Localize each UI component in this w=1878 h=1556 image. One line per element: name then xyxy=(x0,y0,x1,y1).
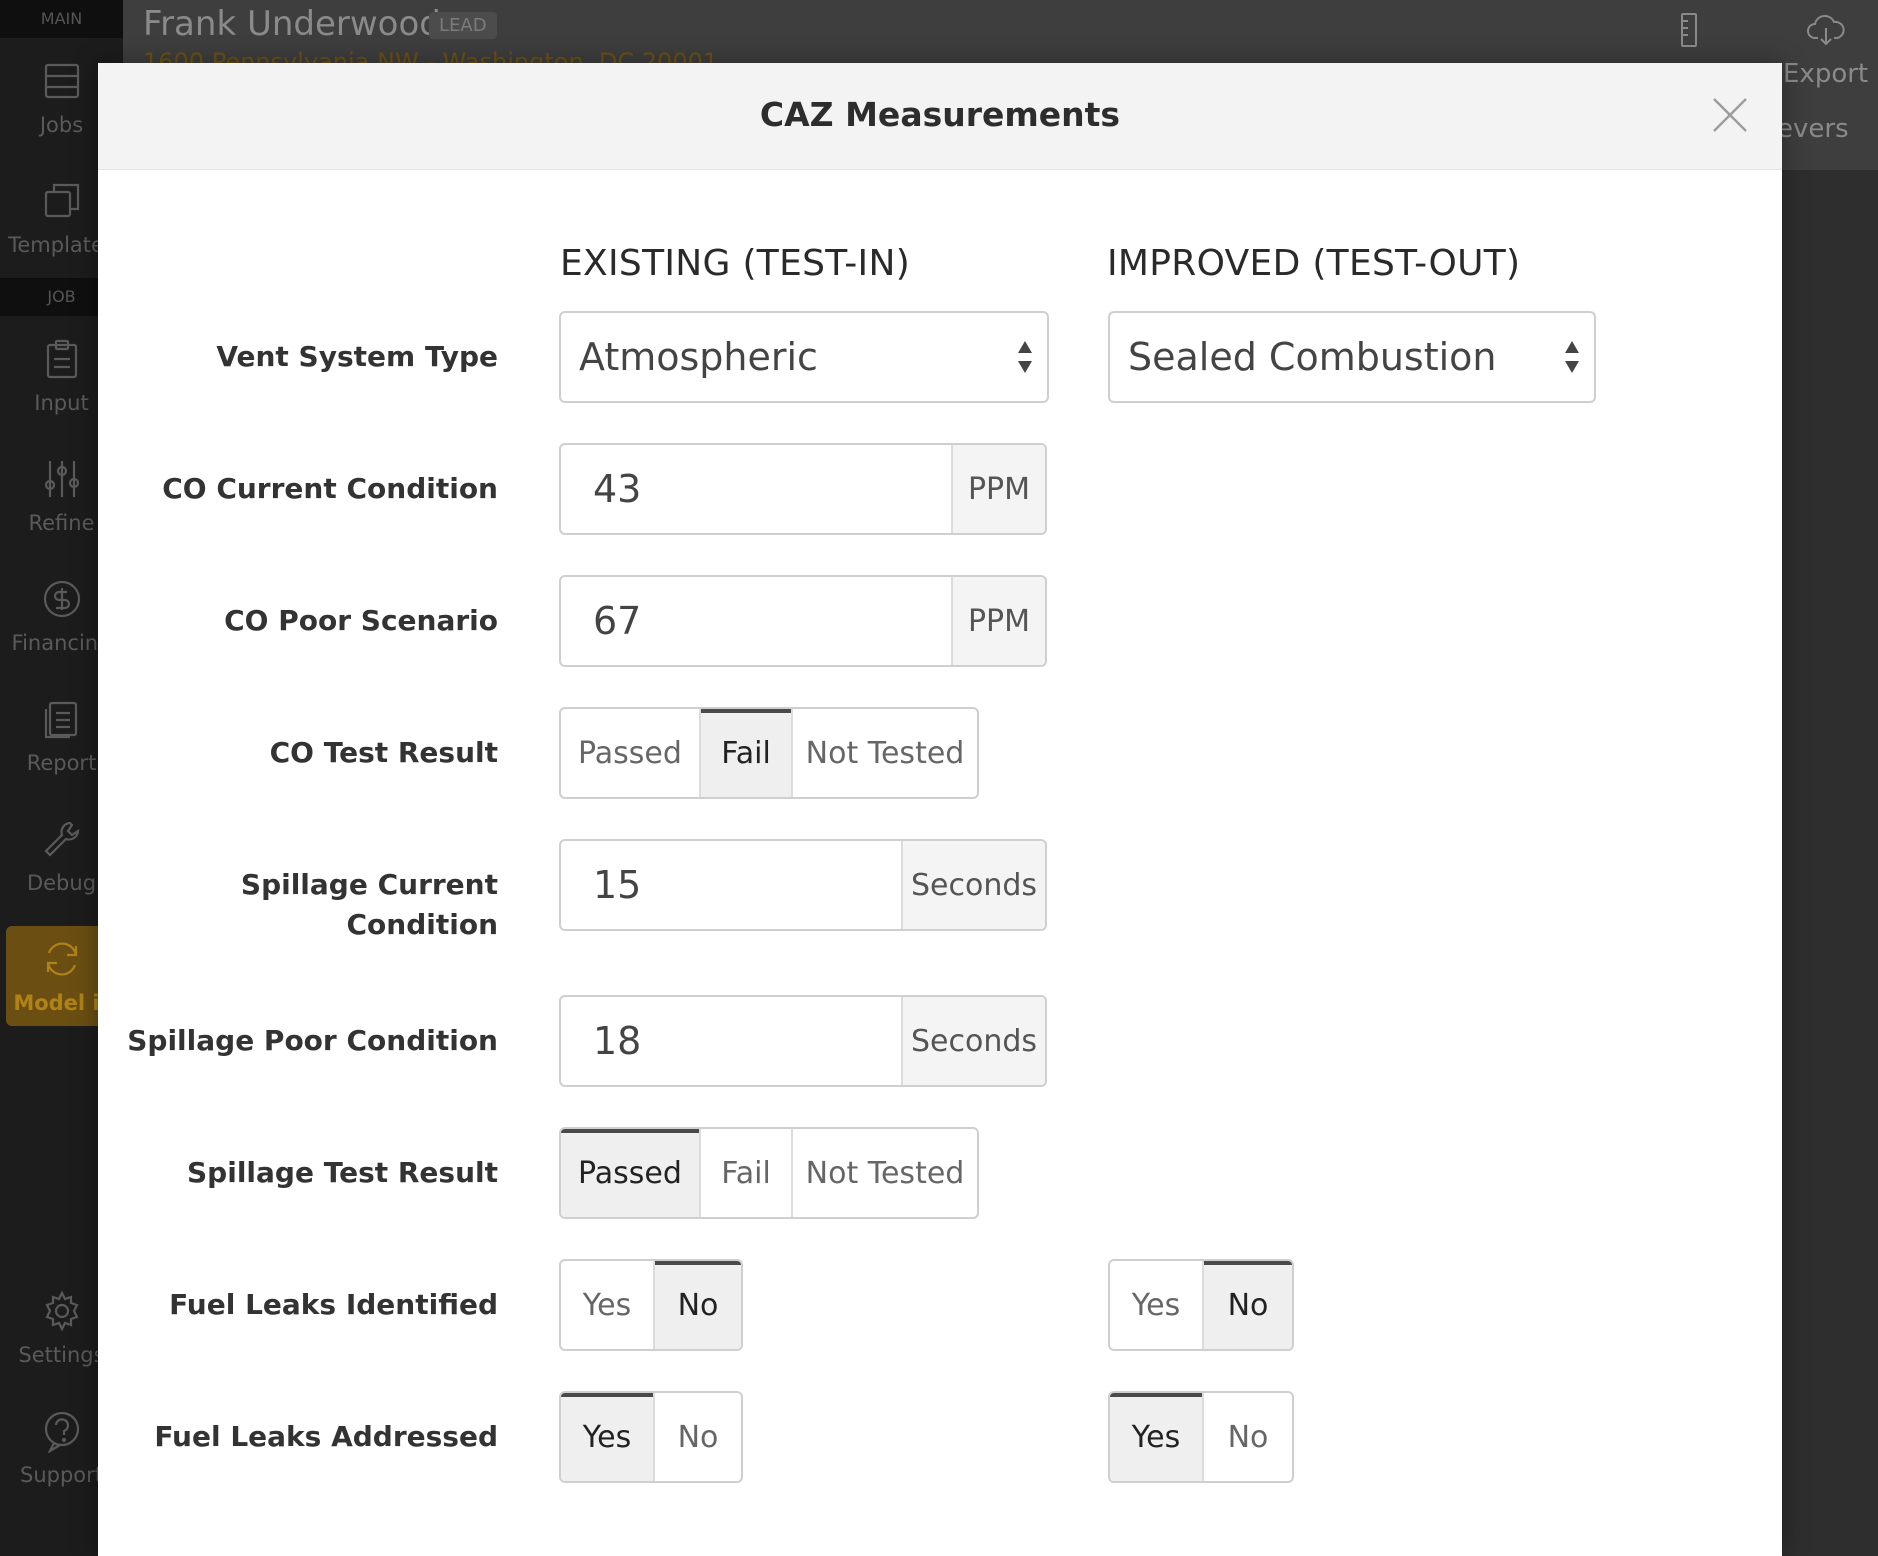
column-header-existing: EXISTING (TEST-IN) xyxy=(560,243,911,284)
spillage-current-condition-label: Spillage Current Condition xyxy=(98,865,498,945)
sidebar-section-main: MAIN xyxy=(0,0,123,38)
fuel-leaks-addressed-improved-toggle: Yes No xyxy=(1108,1391,1294,1483)
close-icon xyxy=(1713,98,1747,132)
sidebar-item-label: Support xyxy=(19,1463,103,1487)
dollar-icon xyxy=(43,580,80,618)
modal-header: CAZ Measurements xyxy=(98,63,1782,170)
spillage-test-not-tested-button[interactable]: Not Tested xyxy=(791,1129,977,1217)
ruler-button[interactable] xyxy=(1669,10,1709,57)
co-current-condition-label: CO Current Condition xyxy=(162,472,498,505)
fuel-leaks-identified-improved-yes[interactable]: Yes xyxy=(1110,1261,1202,1349)
vent-system-type-label: Vent System Type xyxy=(216,340,498,373)
input-value[interactable]: 43 xyxy=(561,445,951,533)
column-header-improved: IMPROVED (TEST-OUT) xyxy=(1107,243,1521,284)
sidebar-item-label: Settings xyxy=(18,1343,105,1367)
close-button[interactable] xyxy=(1706,91,1754,139)
co-test-result-toggle: Passed Fail Not Tested xyxy=(559,707,979,799)
fuel-leaks-addressed-improved-no[interactable]: No xyxy=(1202,1393,1292,1481)
input-value[interactable]: 18 xyxy=(561,997,901,1085)
fuel-leaks-addressed-label: Fuel Leaks Addressed xyxy=(154,1420,498,1453)
fuel-leaks-addressed-existing-toggle: Yes No xyxy=(559,1391,743,1483)
modal-title: CAZ Measurements xyxy=(759,95,1121,134)
label-line: Spillage Current xyxy=(240,868,498,901)
export-label: Export xyxy=(1783,59,1869,89)
spillage-test-result-toggle: Passed Fail Not Tested xyxy=(559,1127,979,1219)
templates-icon xyxy=(44,183,79,218)
refresh-icon xyxy=(46,942,77,976)
select-value: Atmospheric xyxy=(579,335,818,379)
report-icon xyxy=(44,701,77,739)
spillage-test-fail-button[interactable]: Fail xyxy=(699,1129,791,1217)
sidebar-item-label: Debug xyxy=(26,871,97,895)
question-icon xyxy=(44,1411,79,1453)
sidebar-item-label: Jobs xyxy=(39,113,84,137)
fuel-leaks-identified-label: Fuel Leaks Identified xyxy=(169,1288,498,1321)
sliders-icon xyxy=(44,461,79,497)
caz-measurements-modal: CAZ Measurements EXISTING (TEST-IN) IMPR… xyxy=(98,63,1782,1556)
spillage-poor-condition-input[interactable]: 18 Seconds xyxy=(559,995,1047,1087)
sidebar-item-label: Model it xyxy=(13,991,110,1015)
export-button[interactable]: Export xyxy=(1783,10,1868,89)
sidebar-item-label: Financing xyxy=(11,631,112,655)
select-value: Sealed Combustion xyxy=(1128,335,1497,379)
fuel-leaks-addressed-existing-yes[interactable]: Yes xyxy=(561,1393,653,1481)
fuel-leaks-identified-existing-toggle: Yes No xyxy=(559,1259,743,1351)
sidebar-item-label: Refine xyxy=(28,511,95,535)
select-arrows-icon xyxy=(1565,341,1579,373)
co-test-passed-button[interactable]: Passed xyxy=(561,709,699,797)
fuel-leaks-addressed-improved-yes[interactable]: Yes xyxy=(1110,1393,1202,1481)
co-test-not-tested-button[interactable]: Not Tested xyxy=(791,709,977,797)
ruler-icon xyxy=(1681,13,1697,47)
fuel-leaks-identified-existing-yes[interactable]: Yes xyxy=(561,1261,653,1349)
unit-addon: PPM xyxy=(951,445,1045,533)
gear-icon xyxy=(44,1290,79,1332)
vent-system-type-improved-select[interactable]: Sealed Combustion xyxy=(1108,311,1596,403)
jobs-icon xyxy=(44,63,79,99)
sidebar-item-label: Input xyxy=(34,391,89,415)
input-value[interactable]: 15 xyxy=(561,841,901,929)
spillage-test-result-label: Spillage Test Result xyxy=(187,1156,498,1189)
clipboard-icon xyxy=(46,339,77,379)
spillage-test-passed-button[interactable]: Passed xyxy=(561,1129,699,1217)
unit-addon: Seconds xyxy=(901,841,1045,929)
input-value[interactable]: 67 xyxy=(561,577,951,665)
unit-addon: PPM xyxy=(951,577,1045,665)
label-line: Condition xyxy=(346,908,498,941)
fuel-leaks-identified-improved-toggle: Yes No xyxy=(1108,1259,1294,1351)
unit-addon: Seconds xyxy=(901,997,1045,1085)
spillage-current-condition-input[interactable]: 15 Seconds xyxy=(559,839,1047,931)
app-content-backdrop xyxy=(1782,170,1878,1556)
lead-badge: LEAD xyxy=(429,12,497,39)
fuel-leaks-addressed-existing-no[interactable]: No xyxy=(653,1393,741,1481)
co-current-condition-input[interactable]: 43 PPM xyxy=(559,443,1047,535)
co-test-fail-button[interactable]: Fail xyxy=(699,709,791,797)
cloud-download-icon xyxy=(1806,14,1845,46)
wrench-icon xyxy=(43,821,79,857)
select-arrows-icon xyxy=(1018,341,1032,373)
vent-system-type-existing-select[interactable]: Atmospheric xyxy=(559,311,1049,403)
fuel-leaks-identified-existing-no[interactable]: No xyxy=(653,1261,741,1349)
fuel-leaks-identified-improved-no[interactable]: No xyxy=(1202,1261,1292,1349)
co-poor-scenario-label: CO Poor Scenario xyxy=(224,604,498,637)
customer-name: Frank Underwood xyxy=(143,4,441,44)
co-test-result-label: CO Test Result xyxy=(269,736,498,769)
co-poor-scenario-input[interactable]: 67 PPM xyxy=(559,575,1047,667)
sidebar-item-label: Report xyxy=(26,751,97,775)
spillage-poor-condition-label: Spillage Poor Condition xyxy=(127,1024,498,1057)
